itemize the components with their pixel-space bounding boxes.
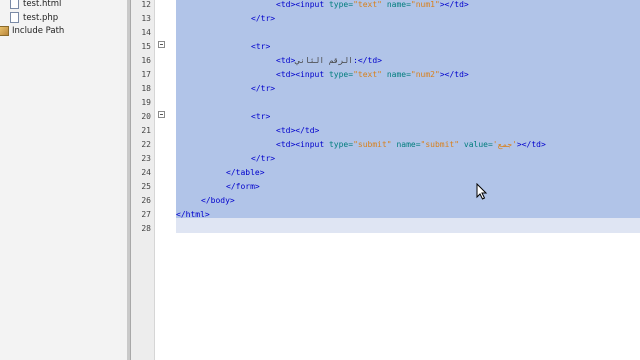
text-selection-tail <box>176 218 640 233</box>
line-number: 16 <box>141 56 151 65</box>
line-number: 28 <box>141 224 151 233</box>
code-tag: </form> <box>226 182 260 191</box>
code-attribute: type= <box>328 70 354 79</box>
code-tag: ></td> <box>516 140 546 149</box>
code-value: "text" <box>353 0 382 9</box>
code-line: </tr> <box>251 152 275 166</box>
code-attribute: type= <box>328 140 354 149</box>
line-number: 14 <box>141 28 151 37</box>
line-number: 18 <box>141 84 151 93</box>
project-tree-panel: test.html test.php Include Path <box>0 0 127 360</box>
tree-item-label: test.php <box>23 12 59 23</box>
code-tag: <tr> <box>251 112 271 121</box>
html-file-icon <box>10 0 19 9</box>
line-number: 13 <box>141 14 151 23</box>
line-number: 21 <box>141 126 151 135</box>
code-tag: <td></td> <box>276 126 320 135</box>
code-tag: <td><input <box>276 0 329 9</box>
code-line: </tr> <box>251 12 275 26</box>
line-number: 23 <box>141 154 151 163</box>
code-tag: <td> <box>276 56 296 65</box>
code-tag: </tr> <box>251 154 276 163</box>
line-number: 19 <box>141 98 151 107</box>
code-value: "text" <box>353 70 382 79</box>
code-tag: :</td> <box>353 56 382 65</box>
line-number: 24 <box>141 168 151 177</box>
code-line: <td><input type="text" name="num1"></td> <box>276 0 469 12</box>
code-attribute: type= <box>328 0 354 9</box>
code-tag: </html> <box>176 210 210 219</box>
line-number: 15 <box>141 42 151 51</box>
mouse-cursor-icon <box>476 183 488 200</box>
code-line: </html> <box>176 208 210 222</box>
tree-item-include-path[interactable]: Include Path <box>0 26 64 36</box>
line-number: 27 <box>141 210 151 219</box>
code-value: "submit" <box>420 140 460 149</box>
code-tag: <td><input <box>276 140 329 149</box>
tree-item-test-html[interactable]: test.html <box>10 0 61 9</box>
line-number: 25 <box>141 182 151 191</box>
code-attribute: value= <box>463 140 493 149</box>
fold-toggle-icon[interactable] <box>158 41 165 48</box>
code-line: </body> <box>201 194 235 208</box>
code-line: <td></td> <box>276 124 319 138</box>
code-value: "submit" <box>353 140 392 149</box>
line-number: 22 <box>141 140 151 149</box>
tree-item-test-php[interactable]: test.php <box>10 12 58 23</box>
code-line: <td><input type="text" name="num2"></td> <box>276 68 469 82</box>
code-attribute: name= <box>396 140 421 149</box>
code-tag: </tr> <box>251 14 276 23</box>
code-tag: ></td> <box>439 0 469 9</box>
code-value: "num1" <box>410 0 440 9</box>
fold-toggle-icon[interactable] <box>158 111 165 118</box>
code-tag: </body> <box>201 196 235 205</box>
tree-item-label: test.html <box>23 0 62 9</box>
code-attribute: name= <box>386 70 411 79</box>
code-value: 'جمع' <box>492 140 517 149</box>
code-tag: <td><input <box>276 70 329 79</box>
code-line: <td>الرقم الثاني:</td> <box>276 54 382 68</box>
line-number: 12 <box>141 0 151 9</box>
code-line: </tr> <box>251 82 275 96</box>
library-icon <box>0 26 9 36</box>
line-number: 17 <box>141 70 151 79</box>
code-tag: </table> <box>226 168 265 177</box>
code-line: <tr> <box>251 110 270 124</box>
tree-item-label: Include Path <box>12 26 65 36</box>
code-line: </form> <box>226 180 260 194</box>
code-text: الرقم الثاني <box>295 56 354 65</box>
line-number: 26 <box>141 196 151 205</box>
code-line: </table> <box>226 166 265 180</box>
code-line: <tr> <box>251 40 270 54</box>
code-tag: <tr> <box>251 42 271 51</box>
code-tag: </tr> <box>251 84 276 93</box>
code-tag: ></td> <box>439 70 469 79</box>
php-file-icon <box>10 12 19 23</box>
code-line: <td><input type="submit" name="submit" v… <box>276 138 546 152</box>
code-attribute: name= <box>386 0 411 9</box>
code-value: "num2" <box>410 70 440 79</box>
line-number: 20 <box>141 112 151 121</box>
